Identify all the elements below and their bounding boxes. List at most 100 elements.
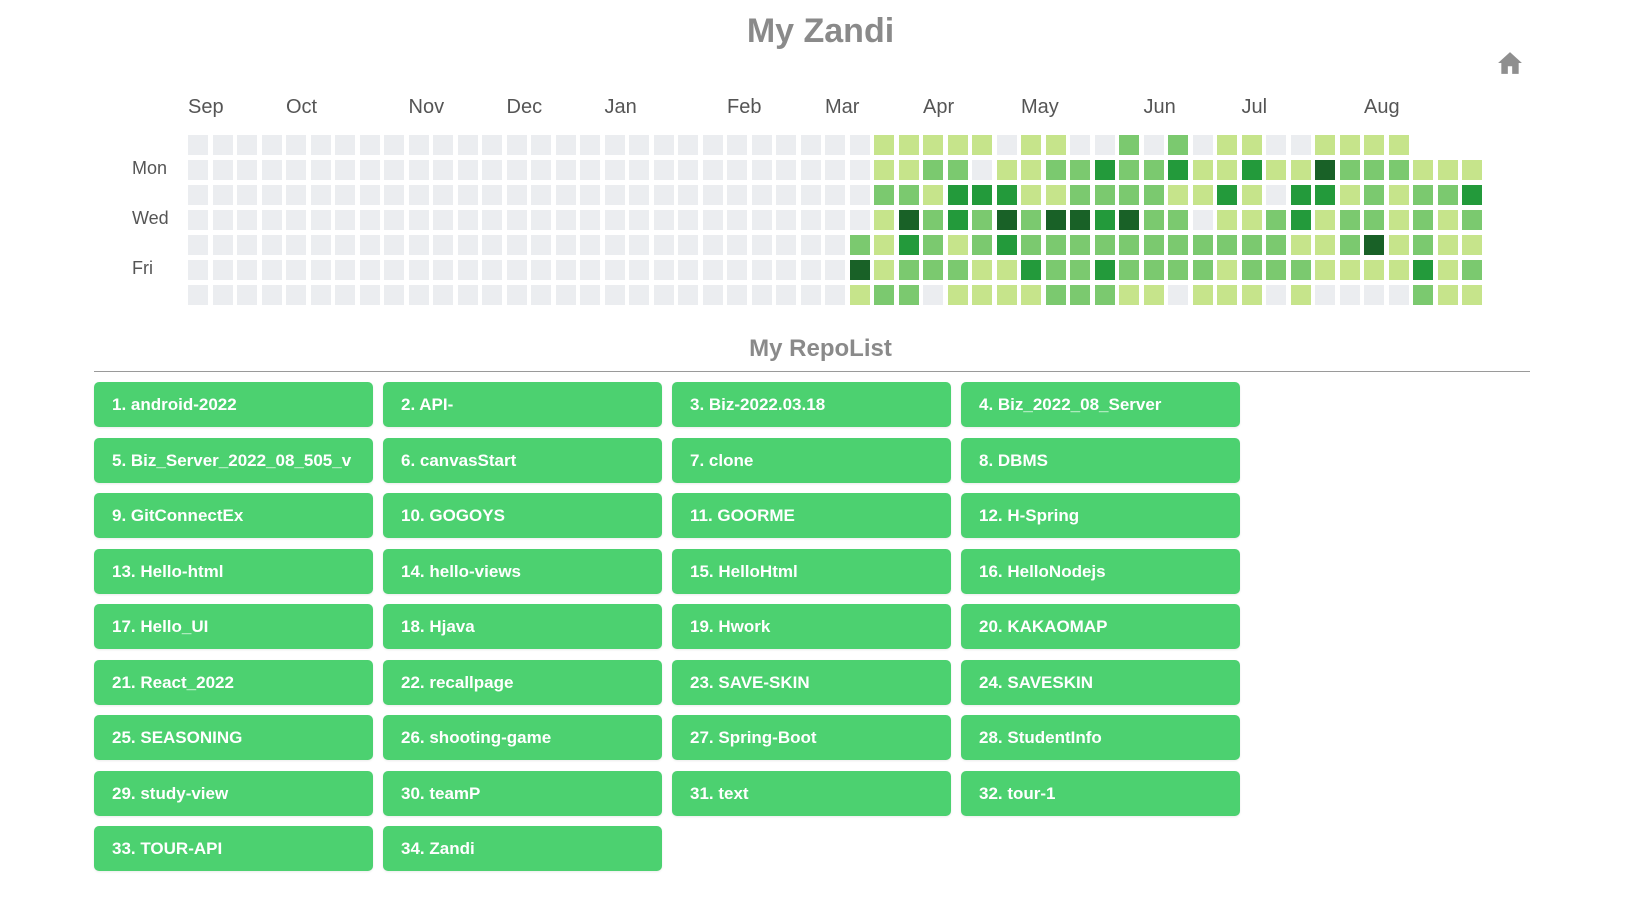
repo-button[interactable]: 19. Hwork bbox=[672, 604, 951, 649]
contribution-cell bbox=[1217, 185, 1237, 205]
contribution-cell bbox=[1290, 260, 1311, 280]
contribution-cell bbox=[286, 285, 306, 305]
contribution-cell bbox=[212, 235, 233, 255]
contribution-cell bbox=[408, 235, 429, 255]
repo-button[interactable]: 9. GitConnectEx bbox=[94, 493, 373, 538]
contribution-cell bbox=[188, 185, 208, 205]
contribution-cell bbox=[996, 285, 1017, 305]
contribution-cell bbox=[237, 235, 257, 255]
contribution-cell bbox=[776, 260, 796, 280]
contribution-cell bbox=[727, 135, 747, 155]
contribution-cell bbox=[874, 235, 894, 255]
repo-button[interactable]: 2. API- bbox=[383, 382, 662, 427]
repo-button[interactable]: 24. SAVESKIN bbox=[961, 659, 1240, 705]
repo-button[interactable]: 13. Hello-html bbox=[94, 548, 373, 594]
contribution-cell bbox=[335, 160, 355, 180]
repo-button[interactable]: 15. HelloHtml bbox=[672, 548, 951, 594]
contribution-cell bbox=[457, 160, 478, 180]
contribution-cell bbox=[1315, 210, 1335, 230]
repo-button[interactable]: 25. SEASONING bbox=[94, 715, 373, 760]
contribution-cell bbox=[678, 185, 698, 205]
contribution-cell bbox=[555, 135, 576, 155]
contribution-cell bbox=[1241, 285, 1262, 305]
repo-button[interactable]: 6. canvasStart bbox=[383, 437, 662, 483]
contribution-cell bbox=[310, 135, 331, 155]
repo-button[interactable]: 12. H-Spring bbox=[961, 493, 1240, 538]
contribution-cell bbox=[506, 210, 527, 230]
repo-button[interactable]: 3. Biz-2022.03.18 bbox=[672, 382, 951, 427]
contribution-cell bbox=[433, 235, 453, 255]
repo-button[interactable]: 14. hello-views bbox=[383, 548, 662, 594]
contribution-cell bbox=[800, 235, 821, 255]
repo-button[interactable]: 4. Biz_2022_08_Server bbox=[961, 382, 1240, 427]
contribution-cell bbox=[188, 260, 208, 280]
contribution-cell bbox=[604, 235, 625, 255]
repo-button[interactable]: 11. GOORME bbox=[672, 493, 951, 538]
repo-button[interactable]: 33. TOUR-API bbox=[94, 826, 373, 871]
contribution-cell bbox=[188, 235, 208, 255]
contribution-cell bbox=[1070, 160, 1090, 180]
repo-button[interactable]: 28. StudentInfo bbox=[961, 715, 1240, 760]
repo-button[interactable]: 22. recallpage bbox=[383, 659, 662, 705]
repo-button[interactable]: 20. KAKAOMAP bbox=[961, 604, 1240, 649]
contribution-cell bbox=[874, 160, 894, 180]
contribution-cell bbox=[1339, 285, 1360, 305]
repo-button[interactable]: 17. Hello_UI bbox=[94, 604, 373, 649]
contribution-cell bbox=[898, 210, 919, 230]
repo-button[interactable]: 8. DBMS bbox=[961, 437, 1240, 483]
contribution-cell bbox=[1094, 210, 1115, 230]
repo-button[interactable]: 30. teamP bbox=[383, 770, 662, 816]
contribution-cell bbox=[898, 185, 919, 205]
contribution-cell bbox=[1119, 135, 1139, 155]
contribution-cell bbox=[751, 235, 772, 255]
repo-button[interactable]: 31. text bbox=[672, 770, 951, 816]
contribution-cell bbox=[335, 135, 355, 155]
repo-button[interactable]: 7. clone bbox=[672, 437, 951, 483]
contribution-cell bbox=[874, 135, 894, 155]
contribution-cell bbox=[751, 185, 772, 205]
contribution-cell bbox=[359, 260, 380, 280]
contribution-cell bbox=[800, 185, 821, 205]
contribution-cell bbox=[335, 260, 355, 280]
repo-button[interactable]: 16. HelloNodejs bbox=[961, 548, 1240, 594]
contribution-cell bbox=[506, 135, 527, 155]
contribution-cell bbox=[384, 185, 404, 205]
contribution-cell bbox=[555, 260, 576, 280]
contribution-cell bbox=[629, 135, 649, 155]
repo-button[interactable]: 29. study-view bbox=[94, 770, 373, 816]
contribution-cell bbox=[972, 235, 992, 255]
month-label: Sep bbox=[188, 96, 224, 118]
repo-button[interactable]: 21. React_2022 bbox=[94, 659, 373, 705]
repo-button[interactable]: 23. SAVE-SKIN bbox=[672, 659, 951, 705]
contribution-cell bbox=[359, 210, 380, 230]
contribution-cell bbox=[996, 260, 1017, 280]
contribution-cell bbox=[604, 260, 625, 280]
contribution-cell bbox=[849, 235, 870, 255]
contribution-cell bbox=[212, 260, 233, 280]
contribution-cell bbox=[1437, 235, 1458, 255]
contribution-cell bbox=[1388, 260, 1409, 280]
contribution-cell bbox=[653, 235, 674, 255]
repo-button[interactable]: 27. Spring-Boot bbox=[672, 715, 951, 760]
contribution-cell bbox=[555, 210, 576, 230]
contribution-cell bbox=[1217, 260, 1237, 280]
repo-button[interactable]: 26. shooting-game bbox=[383, 715, 662, 760]
repo-button[interactable]: 32. tour-1 bbox=[961, 770, 1240, 816]
repo-button[interactable]: 18. Hjava bbox=[383, 604, 662, 649]
repo-button[interactable]: 10. GOGOYS bbox=[383, 493, 662, 538]
contribution-cell bbox=[1045, 185, 1066, 205]
repo-button[interactable]: 34. Zandi bbox=[383, 826, 662, 871]
contribution-cell bbox=[1217, 160, 1237, 180]
repo-button[interactable]: 5. Biz_Server_2022_08_505_v bbox=[94, 437, 373, 483]
contribution-cell bbox=[1388, 160, 1409, 180]
contribution-cell bbox=[1021, 260, 1041, 280]
contribution-cell bbox=[1168, 285, 1188, 305]
contribution-cell bbox=[1339, 135, 1360, 155]
contribution-cell bbox=[727, 185, 747, 205]
contribution-cell bbox=[1241, 235, 1262, 255]
contribution-cell bbox=[310, 235, 331, 255]
contribution-cell bbox=[457, 285, 478, 305]
repo-button[interactable]: 1. android-2022 bbox=[94, 382, 373, 427]
contribution-cell bbox=[457, 235, 478, 255]
contribution-cell bbox=[800, 210, 821, 230]
